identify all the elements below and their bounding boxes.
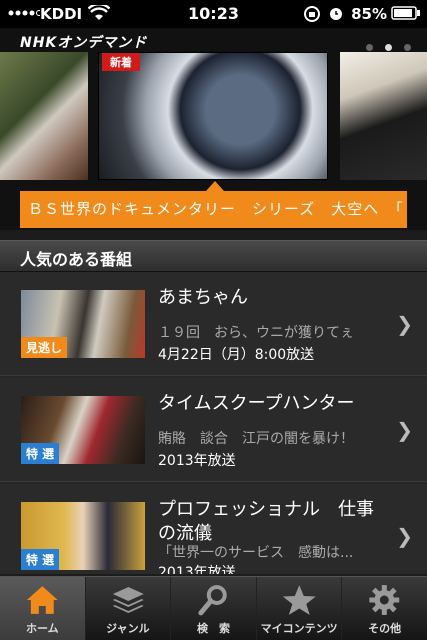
ticker-pointer (206, 181, 224, 191)
page-dot[interactable] (404, 44, 411, 51)
chevron-right-icon: ❯ (396, 418, 413, 442)
featured-title-ticker[interactable]: ＢＳ世界のドキュメンタリー シリーズ 大空へ 「 (20, 191, 407, 228)
special-tag: 特 選 (21, 443, 60, 464)
tab-label: ホーム (25, 622, 59, 635)
rotation-lock-icon (304, 6, 320, 22)
program-thumbnail: 特 選 (21, 502, 145, 570)
program-title: プロフェッショナル 仕事の流儀 (158, 499, 374, 544)
tab-search[interactable]: 検 索 (170, 577, 256, 640)
tab-bar: ホーム ジャンル 検 索 マイコンテンツ その他 (0, 576, 427, 640)
tab-label: ジャンル (106, 622, 150, 635)
tab-my-contents[interactable]: マイコンテンツ (255, 577, 342, 640)
carousel-slide-next[interactable] (340, 52, 427, 180)
star-icon (282, 585, 316, 615)
program-episode: 「世界一のサービス 感動は... (158, 545, 354, 561)
home-icon (26, 586, 58, 614)
catchup-tag: 見逃し (21, 337, 68, 358)
battery-icon (391, 6, 420, 20)
program-row-amachan[interactable]: 見逃し あまちゃん １９回 おら、ウニが獲りてぇ 4月22日（月）8:00放送 … (0, 272, 427, 376)
program-airdate: 4月22日（月）8:00放送 (158, 347, 315, 363)
nhk-ondemand-logo: NHKオンデマンド (20, 35, 148, 51)
popular-programs-header: 人気のある番組 (0, 240, 427, 272)
layers-icon (112, 587, 144, 613)
search-icon (198, 585, 227, 616)
program-list[interactable]: 見逃し あまちゃん １９回 おら、ウニが獲りてぇ 4月22日（月）8:00放送 … (0, 272, 427, 574)
program-row-timescoop[interactable]: 特 選 タイムスクープハンター 賄賂 談合 江戸の闇を暴け！ 2013年放送 ❯ (0, 378, 427, 482)
alarm-icon (330, 8, 342, 20)
program-thumbnail: 特 選 (21, 396, 145, 464)
battery-percent: 85% (351, 5, 387, 23)
tab-genre[interactable]: ジャンル (84, 577, 171, 640)
program-thumbnail: 見逃し (21, 290, 145, 358)
program-episode: １９回 おら、ウニが獲りてぇ (158, 325, 354, 341)
tab-label: 検 索 (196, 622, 230, 635)
program-row-professional[interactable]: 特 選 プロフェッショナル 仕事の流儀 「世界一のサービス 感動は... 201… (0, 484, 427, 574)
tab-label: マイコンテンツ (260, 622, 338, 635)
program-episode: 賄賂 談合 江戸の闇を暴け！ (158, 431, 354, 447)
program-airdate: 2013年放送 (158, 453, 236, 469)
program-title: タイムスクープハンター (158, 393, 355, 414)
new-badge: 新着 (102, 53, 140, 71)
chevron-right-icon: ❯ (396, 312, 413, 336)
chevron-right-icon: ❯ (396, 524, 413, 548)
special-tag: 特 選 (21, 549, 60, 570)
tab-label: その他 (368, 622, 402, 635)
carousel-slide-prev[interactable] (0, 52, 88, 180)
carousel-slide-current[interactable] (98, 52, 328, 180)
tab-other[interactable]: その他 (341, 577, 427, 640)
program-airdate: 2013年放送 (158, 565, 236, 574)
section-title: 人気のある番組 (20, 250, 133, 269)
tab-home[interactable]: ホーム (0, 577, 85, 640)
status-bar: KDDI 10:23 85% (0, 0, 427, 28)
page-dot-active[interactable] (385, 44, 392, 51)
program-title: あまちゃん (158, 287, 248, 308)
page-dot[interactable] (366, 44, 373, 51)
gear-icon (369, 585, 400, 615)
